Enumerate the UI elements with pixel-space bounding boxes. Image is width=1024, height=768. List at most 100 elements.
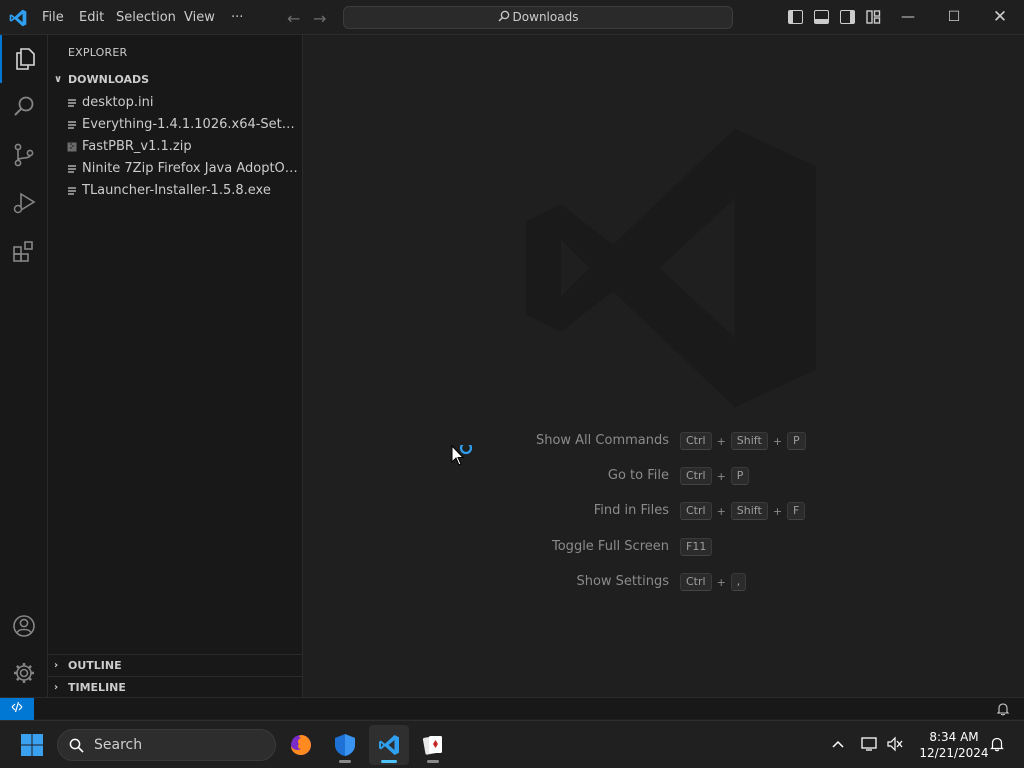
shortcut-label: Show All Commands (535, 433, 669, 448)
forward-arrow-icon[interactable]: → (313, 9, 326, 28)
gear-icon (14, 663, 34, 683)
key: Shift (730, 432, 768, 450)
key: P (730, 467, 750, 485)
downloads-folder-header[interactable]: ∨ DOWNLOADS (48, 69, 303, 91)
key: Ctrl (680, 573, 712, 591)
toggle-primary-sidebar-icon[interactable] (788, 10, 803, 24)
explorer-sidebar: EXPLORER ∨ DOWNLOADS desktop.ini Everyth… (48, 35, 303, 697)
file-row-ninite[interactable]: Ninite 7Zip Firefox Java AdoptOpenJ... (48, 158, 303, 180)
chevron-right-icon: › (54, 682, 59, 693)
file-name: FastPBR_v1.1.zip (82, 139, 192, 154)
file-name: TLauncher-Installer-1.5.8.exe (82, 183, 271, 198)
key: Ctrl (680, 502, 712, 520)
shortcut-show-settings[interactable]: Show Settings Ctrl + , (304, 572, 1024, 592)
key: , (730, 573, 747, 591)
toggle-panel-icon[interactable] (814, 10, 829, 24)
command-center[interactable]: Downloads (343, 6, 733, 29)
zip-file-icon (67, 142, 77, 152)
toggle-secondary-sidebar-icon[interactable] (840, 10, 855, 24)
search-placeholder: Search (94, 737, 143, 753)
run-debug-icon (13, 192, 36, 214)
outline-section-header[interactable]: › OUTLINE (48, 654, 303, 676)
file-name: Ninite 7Zip Firefox Java AdoptOpenJ... (82, 161, 303, 176)
volume-muted-icon[interactable] (884, 733, 906, 755)
taskbar-defender[interactable] (325, 725, 365, 765)
menu-selection[interactable]: Selection (114, 0, 178, 35)
busy-cursor-icon (451, 445, 473, 466)
remote-icon (11, 701, 23, 713)
menu-file[interactable]: File (40, 0, 66, 35)
file-name: desktop.ini (82, 95, 154, 110)
shortcut-label: Toggle Full Screen (552, 539, 669, 554)
clock-time: 8:34 AM (929, 730, 979, 744)
taskbar-search[interactable]: Search (57, 729, 276, 761)
file-name: Everything-1.4.1.1026.x64-Setup.exe (82, 117, 303, 132)
chevron-right-icon: › (54, 660, 59, 671)
network-icon[interactable] (859, 733, 881, 755)
timeline-label: TIMELINE (68, 681, 126, 694)
search-icon (498, 10, 509, 22)
shortcut-show-all-commands[interactable]: Show All Commands Ctrl + Shift + P (304, 431, 1024, 451)
outline-label: OUTLINE (68, 659, 122, 672)
folder-label: DOWNLOADS (68, 73, 150, 86)
customize-layout-icon[interactable] (866, 10, 881, 24)
shortcut-label: Find in Files (593, 503, 669, 518)
notification-bell-icon[interactable] (986, 733, 1008, 755)
files-icon (16, 48, 35, 70)
menu-view[interactable]: View (182, 0, 217, 35)
lines-file-icon (68, 121, 76, 129)
minimize-button[interactable]: — (885, 0, 931, 35)
extensions-icon (13, 241, 33, 262)
shortcut-toggle-full-screen[interactable]: Toggle Full Screen F11 (304, 537, 1024, 557)
shortcut-keys: F11 (680, 537, 713, 557)
file-row-fastpbr[interactable]: FastPBR_v1.1.zip (48, 136, 303, 158)
extensions-activity[interactable] (0, 227, 48, 275)
taskbar-vscode[interactable] (369, 725, 409, 765)
accounts-activity[interactable] (0, 602, 48, 650)
editor-area[interactable]: Show All Commands Ctrl + Shift + P Go to F… (304, 35, 1024, 697)
notifications-bell-icon[interactable] (996, 702, 1010, 716)
run-debug-activity[interactable] (0, 179, 48, 227)
taskbar-clock[interactable]: 8:34 AM 12/21/2024 (914, 729, 994, 761)
taskbar-firefox[interactable] (281, 725, 321, 765)
running-indicator (381, 760, 397, 763)
running-indicator (339, 760, 351, 763)
chevron-down-icon: ∨ (54, 74, 63, 85)
explorer-activity[interactable] (0, 35, 48, 83)
clock-date: 12/21/2024 (919, 746, 989, 760)
shortcut-keys: Ctrl + , (680, 572, 747, 592)
file-row-everything[interactable]: Everything-1.4.1.1026.x64-Setup.exe (48, 114, 303, 136)
search-activity[interactable] (0, 83, 48, 131)
maximize-button[interactable]: ☐ (931, 0, 977, 35)
windows-start-icon[interactable] (20, 733, 44, 757)
timeline-section-header[interactable]: › TIMELINE (48, 676, 303, 698)
lines-file-icon (68, 187, 76, 195)
manage-activity[interactable] (0, 649, 48, 697)
file-row-tlauncher[interactable]: TLauncher-Installer-1.5.8.exe (48, 180, 303, 202)
source-control-activity[interactable] (0, 131, 48, 179)
remote-window-button[interactable] (0, 698, 34, 720)
key: Ctrl (680, 467, 712, 485)
key: Ctrl (680, 432, 712, 450)
show-hidden-icons-chevron-up-icon[interactable] (827, 733, 849, 755)
source-control-icon (14, 143, 34, 167)
close-button[interactable]: ✕ (977, 0, 1023, 35)
shortcut-label: Go to File (607, 468, 669, 483)
firefox-icon (291, 735, 311, 755)
key: F11 (680, 538, 713, 556)
file-row-desktop-ini[interactable]: desktop.ini (48, 92, 303, 114)
shortcut-go-to-file[interactable]: Go to File Ctrl + P (304, 466, 1024, 486)
shortcut-find-in-files[interactable]: Find in Files Ctrl + Shift + F (304, 501, 1024, 521)
taskbar-solitaire[interactable] (413, 725, 453, 765)
menu-edit[interactable]: Edit (77, 0, 106, 35)
shortcut-keys: Ctrl + Shift + P (680, 431, 806, 451)
shortcut-keys: Ctrl + P (680, 466, 750, 486)
key: Shift (730, 502, 768, 520)
search-icon (69, 738, 84, 753)
lines-file-icon (68, 165, 76, 173)
vscode-icon (379, 735, 399, 755)
back-arrow-icon[interactable]: ← (287, 9, 300, 28)
menu-more[interactable]: ··· (229, 0, 245, 35)
lines-file-icon (68, 99, 76, 107)
shortcut-label: Show Settings (576, 574, 669, 589)
